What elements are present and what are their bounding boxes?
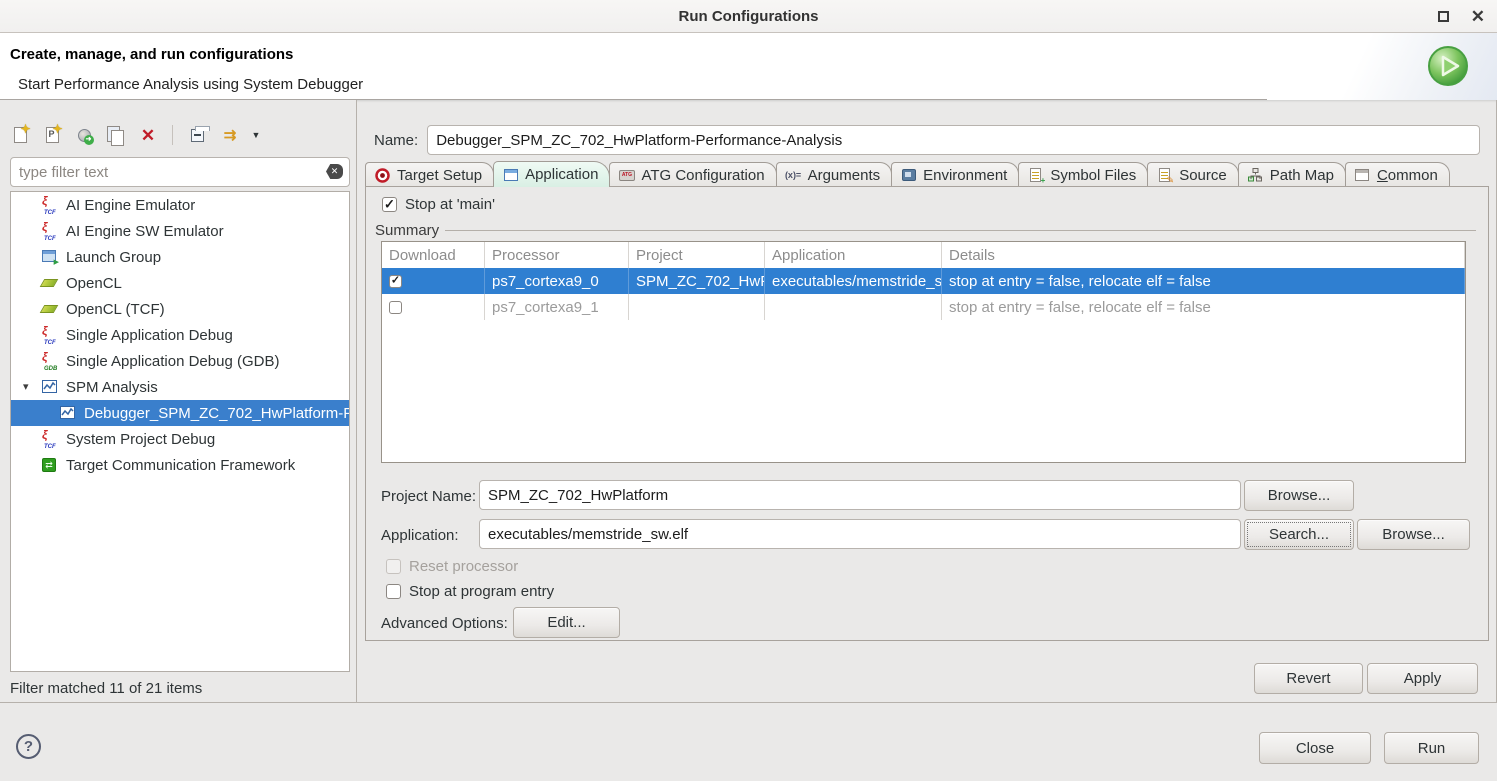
stop-at-main-checkbox[interactable]: ✓ Stop at 'main' <box>382 196 495 213</box>
stop-at-program-entry-checkbox[interactable]: Stop at program entry <box>386 583 554 600</box>
page-title: Create, manage, and run configurations <box>10 46 293 63</box>
arguments-icon: (x)= <box>785 168 802 183</box>
download-checkbox[interactable] <box>389 301 402 314</box>
symbol-files-icon: + <box>1027 168 1044 183</box>
column-header-download[interactable]: Download <box>382 242 485 268</box>
tree-item-launch-group[interactable]: Launch Group <box>11 244 349 270</box>
path-map-icon <box>1247 168 1264 183</box>
target-setup-icon <box>374 168 391 183</box>
view-menu-icon[interactable]: ▼ <box>249 123 263 147</box>
source-icon: ✎ <box>1156 168 1173 183</box>
tab-symbol-files[interactable]: + Symbol Files <box>1018 162 1148 187</box>
delete-configuration-icon[interactable]: ✕ <box>136 123 160 147</box>
tab-environment[interactable]: Environment <box>891 162 1019 187</box>
spm-analysis-icon <box>59 405 78 422</box>
opencl-icon <box>41 275 60 292</box>
download-checkbox[interactable]: ✓ <box>389 275 402 288</box>
tcf-icon: ξTCF <box>41 327 60 344</box>
run-button[interactable]: Run <box>1384 732 1479 764</box>
tab-application[interactable]: Application <box>493 161 610 187</box>
sidebar-toolbar: ✦ P✦ ➜ ✕ ⇉ ▼ <box>8 122 263 148</box>
environment-icon <box>900 168 917 183</box>
close-icon[interactable]: ✕ <box>1471 8 1485 25</box>
application-browse-button[interactable]: Browse... <box>1357 519 1470 550</box>
summary-table: Download Processor Project Application D… <box>381 241 1466 463</box>
table-row[interactable]: ✓ ps7_cortexa9_0 SPM_ZC_702_HwPlatform e… <box>382 268 1465 294</box>
advanced-options-edit-button[interactable]: Edit... <box>513 607 620 638</box>
tree-item-single-application-debug[interactable]: ξTCF Single Application Debug <box>11 322 349 348</box>
tree-item-debugger-spm-configuration[interactable]: Debugger_SPM_ZC_702_HwPlatform-Performan… <box>11 400 349 426</box>
maximize-icon[interactable] <box>1438 11 1449 22</box>
summary-table-header: Download Processor Project Application D… <box>382 242 1465 268</box>
application-input[interactable] <box>479 519 1241 549</box>
name-label: Name: <box>374 132 418 149</box>
tab-source[interactable]: ✎ Source <box>1147 162 1239 187</box>
atg-configuration-icon: ATG <box>618 168 635 183</box>
tree-item-system-project-debug[interactable]: ξTCF System Project Debug <box>11 426 349 452</box>
target-communication-framework-icon: ⇄ <box>41 457 60 474</box>
table-row[interactable]: ps7_cortexa9_1 stop at entry = false, re… <box>382 294 1465 320</box>
tcf-icon: ξTCF <box>41 197 60 214</box>
page-subtitle: Start Performance Analysis using System … <box>18 76 363 93</box>
collapse-all-icon[interactable] <box>185 123 209 147</box>
column-header-details[interactable]: Details <box>942 242 1465 268</box>
project-browse-button[interactable]: Browse... <box>1244 480 1354 511</box>
new-configuration-icon[interactable]: ✦ <box>8 123 32 147</box>
tree-item-ai-engine-emulator[interactable]: ξTCF AI Engine Emulator <box>11 192 349 218</box>
tcf-icon: ξTCF <box>41 431 60 448</box>
new-prototype-icon[interactable]: P✦ <box>40 123 64 147</box>
window-title: Run Configurations <box>679 8 819 25</box>
application-icon <box>502 167 519 182</box>
expander-icon[interactable]: ▾ <box>23 380 29 393</box>
dialog-header: Create, manage, and run configurations S… <box>0 33 1497 100</box>
column-header-application[interactable]: Application <box>765 242 942 268</box>
tab-common[interactable]: Common <box>1345 162 1450 187</box>
application-search-button[interactable]: Search... <box>1244 519 1354 550</box>
tab-path-map[interactable]: Path Map <box>1238 162 1346 187</box>
project-name-label: Project Name: <box>381 488 476 505</box>
launch-group-icon <box>41 249 60 266</box>
column-header-processor[interactable]: Processor <box>485 242 629 268</box>
revert-button[interactable]: Revert <box>1254 663 1363 694</box>
configuration-tree: ξTCF AI Engine Emulator ξTCF AI Engine S… <box>10 191 350 672</box>
tab-bar: Target Setup Application ATG ATG Configu… <box>365 161 1449 187</box>
configuration-panel: Name: Target Setup Application ATG ATG C… <box>357 100 1497 702</box>
apply-button[interactable]: Apply <box>1367 663 1478 694</box>
opencl-icon <box>41 301 60 318</box>
name-input[interactable] <box>427 125 1480 155</box>
filter-configurations-icon[interactable]: ⇉ <box>217 123 241 147</box>
filter-input[interactable] <box>10 157 350 187</box>
dialog-footer: ? Close Run <box>0 702 1497 781</box>
spm-analysis-icon <box>41 379 60 396</box>
tree-item-ai-engine-sw-emulator[interactable]: ξTCF AI Engine SW Emulator <box>11 218 349 244</box>
run-play-icon <box>1426 44 1470 88</box>
tab-arguments[interactable]: (x)= Arguments <box>776 162 893 187</box>
title-bar: Run Configurations ✕ <box>0 0 1497 33</box>
tab-target-setup[interactable]: Target Setup <box>365 162 494 187</box>
reset-processor-checkbox: Reset processor <box>386 558 518 575</box>
tree-item-single-application-debug-gdb[interactable]: ξGDB Single Application Debug (GDB) <box>11 348 349 374</box>
filter-status-text: Filter matched 11 of 21 items <box>10 680 350 697</box>
toolbar-separator <box>172 125 173 145</box>
summary-group: Summary <box>375 222 1476 239</box>
help-icon[interactable]: ? <box>16 734 41 759</box>
tree-item-opencl-tcf[interactable]: OpenCL (TCF) <box>11 296 349 322</box>
tab-atg-configuration[interactable]: ATG ATG Configuration <box>609 162 776 187</box>
gdb-icon: ξGDB <box>41 353 60 370</box>
column-header-project[interactable]: Project <box>629 242 765 268</box>
project-name-input[interactable] <box>479 480 1241 510</box>
tcf-icon: ξTCF <box>41 223 60 240</box>
application-label: Application: <box>381 527 459 544</box>
close-button[interactable]: Close <box>1259 732 1371 764</box>
application-tab-content: ✓ Stop at 'main' Summary Download Proces… <box>365 186 1489 641</box>
tree-item-opencl[interactable]: OpenCL <box>11 270 349 296</box>
tree-item-spm-analysis[interactable]: ▾ SPM Analysis <box>11 374 349 400</box>
sidebar: ✦ P✦ ➜ ✕ ⇉ ▼ ✕ ξTCF AI Engine Emulat <box>0 100 357 702</box>
advanced-options-label: Advanced Options: <box>381 615 508 632</box>
export-configurations-icon[interactable]: ➜ <box>72 123 96 147</box>
tree-item-target-communication-framework[interactable]: ⇄ Target Communication Framework <box>11 452 349 478</box>
common-icon <box>1354 168 1371 183</box>
duplicate-configuration-icon[interactable] <box>104 123 128 147</box>
